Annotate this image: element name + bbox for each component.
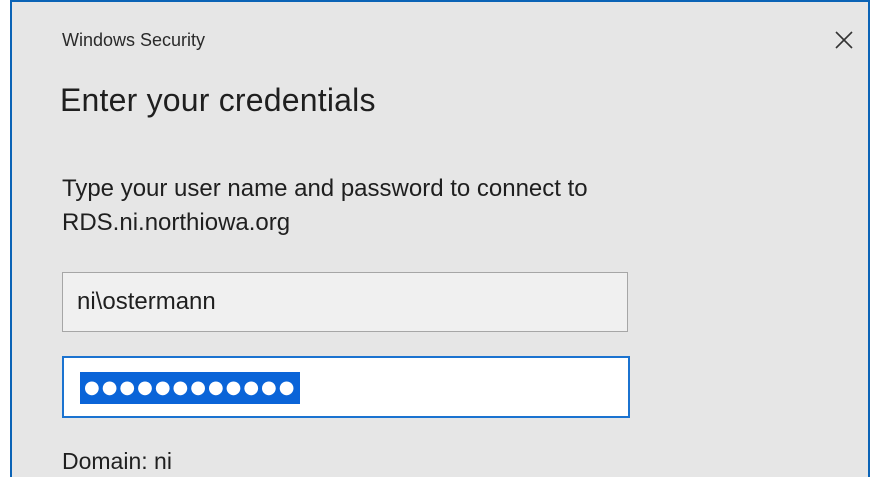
window-title: Windows Security (62, 30, 206, 50)
password-selected-text: ●●●●●●●●●●●● (80, 372, 301, 404)
credentials-dialog: Windows Security Enter your credentials … (10, 0, 870, 477)
close-icon (835, 31, 853, 49)
close-button[interactable] (828, 24, 860, 56)
title-bar: Windows Security (12, 2, 868, 58)
username-input[interactable] (62, 272, 628, 332)
description-line-2: RDS.ni.northiowa.org (62, 209, 291, 236)
dialog-heading: Enter your credentials (60, 82, 376, 118)
dialog-description: Type your user name and password to conn… (62, 172, 802, 240)
background-strip (0, 0, 10, 477)
description-line-1: Type your user name and password to conn… (62, 175, 588, 202)
domain-label: Domain: ni (62, 448, 172, 474)
password-input[interactable]: ●●●●●●●●●●●● (62, 356, 630, 418)
